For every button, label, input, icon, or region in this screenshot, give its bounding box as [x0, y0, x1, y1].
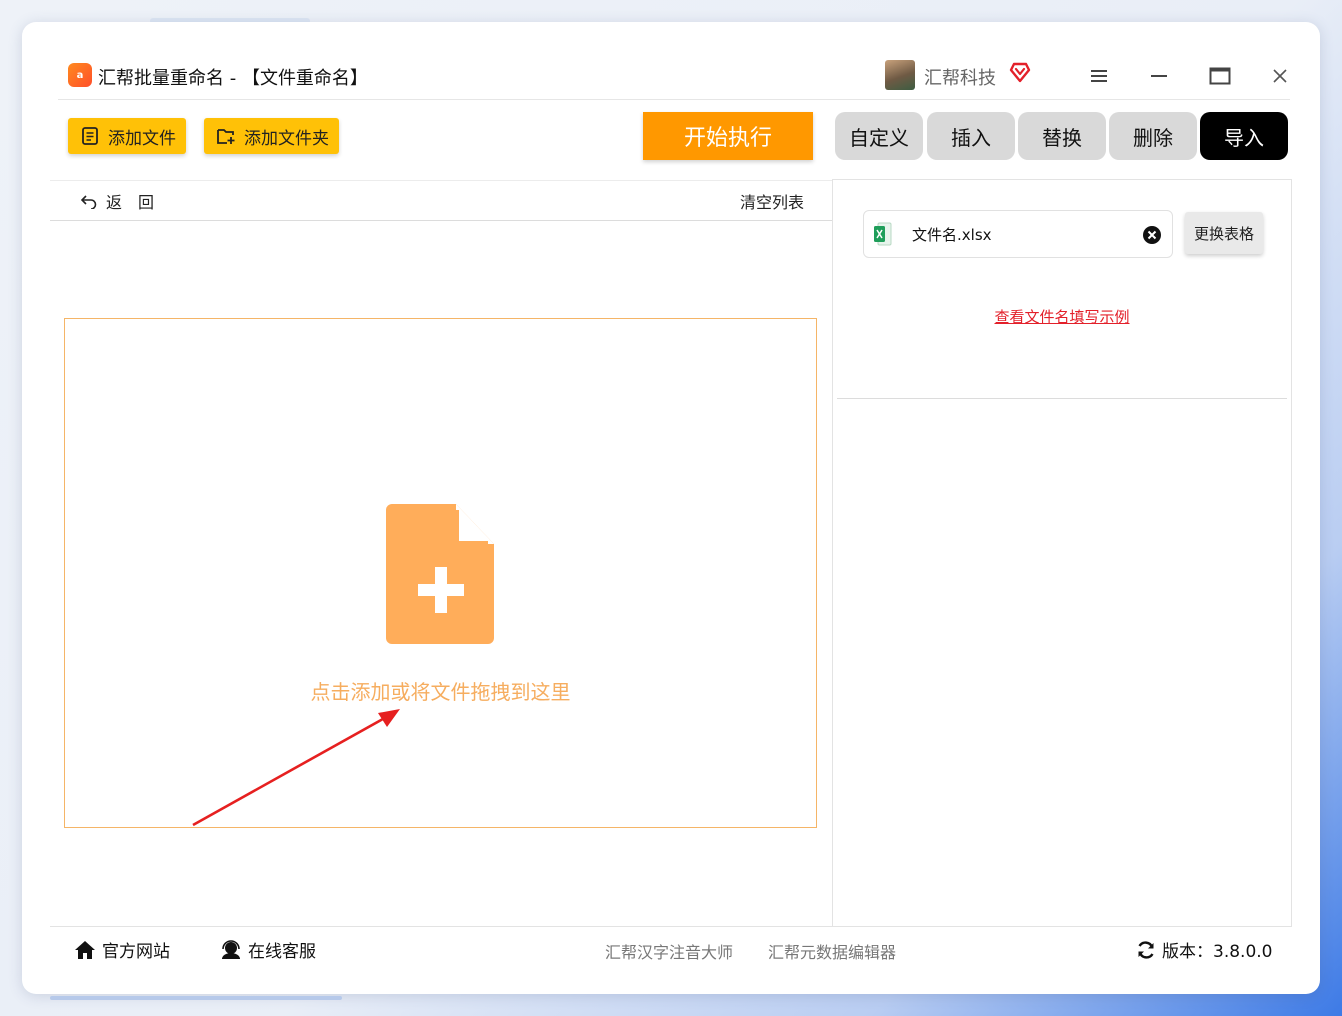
back-arrow-icon — [80, 195, 97, 209]
drop-zone-hint: 点击添加或将文件拖拽到这里 — [310, 680, 571, 704]
official-website-label: 官方网站 — [102, 942, 170, 962]
app-logo-text: a — [76, 69, 84, 81]
support-icon — [222, 939, 240, 959]
tab-import[interactable]: 导入 — [1200, 112, 1288, 160]
excel-icon — [874, 222, 892, 246]
add-folder-label: 添加文件夹 — [244, 128, 329, 149]
user-name[interactable]: 汇帮科技 — [924, 64, 996, 90]
official-website-link[interactable]: 官方网站 — [74, 937, 170, 962]
close-icon — [1273, 69, 1287, 83]
panel-divider — [837, 398, 1287, 399]
view-example-link[interactable]: 查看文件名填写示例 — [833, 306, 1291, 327]
avatar[interactable] — [885, 60, 915, 90]
app-window: a 汇帮批量重命名 - 【文件重命名】 汇帮科技 添加文件 添加文件夹 开始执行… — [22, 22, 1320, 994]
menu-icon — [1091, 70, 1107, 82]
clear-list-button[interactable]: 清空列表 — [740, 189, 804, 213]
back-label: 返 回 — [106, 193, 155, 212]
add-file-large-icon — [386, 504, 494, 644]
online-support-label: 在线客服 — [248, 942, 316, 962]
replace-table-button[interactable]: 更换表格 — [1185, 212, 1263, 254]
tab-custom[interactable]: 自定义 — [835, 112, 923, 160]
online-support-link[interactable]: 在线客服 — [220, 937, 316, 962]
refresh-icon — [1138, 940, 1154, 959]
pointer-arrow — [192, 709, 400, 827]
close-button[interactable] — [1265, 62, 1295, 90]
app-logo-icon: a — [68, 63, 92, 87]
add-file-icon — [82, 127, 98, 145]
add-folder-button[interactable]: 添加文件夹 — [204, 118, 339, 154]
add-folder-icon — [217, 129, 235, 144]
add-file-button[interactable]: 添加文件 — [68, 118, 186, 154]
version-info[interactable]: 版本：3.8.0.0 — [1136, 937, 1272, 962]
imported-file-name: 文件名.xlsx — [912, 226, 992, 244]
add-file-label: 添加文件 — [108, 128, 176, 149]
vip-heart-icon[interactable] — [1008, 60, 1032, 84]
remove-circle-icon[interactable] — [1142, 225, 1162, 245]
tab-delete[interactable]: 删除 — [1109, 112, 1197, 160]
metadata-app-link[interactable]: 汇帮元数据编辑器 — [768, 939, 896, 963]
menu-button[interactable] — [1084, 62, 1114, 90]
imported-file-field[interactable]: 文件名.xlsx — [863, 210, 1173, 258]
start-button[interactable]: 开始执行 — [643, 112, 813, 160]
version-label: 版本：3.8.0.0 — [1162, 942, 1273, 962]
pinyin-app-link[interactable]: 汇帮汉字注音大师 — [605, 939, 733, 963]
minimize-button[interactable] — [1144, 62, 1174, 90]
list-header: 返 回 清空列表 — [50, 181, 832, 221]
home-icon — [75, 940, 95, 959]
title-bar: a 汇帮批量重命名 - 【文件重命名】 汇帮科技 — [58, 52, 1290, 100]
footer-bar: 官方网站 在线客服 汇帮汉字注音大师 汇帮元数据编辑器 版本：3.8.0.0 — [50, 926, 1292, 970]
file-drop-zone[interactable] — [64, 318, 817, 828]
maximize-button[interactable] — [1205, 62, 1235, 90]
tab-replace[interactable]: 替换 — [1018, 112, 1106, 160]
app-title: 汇帮批量重命名 - 【文件重命名】 — [98, 68, 368, 89]
tab-insert[interactable]: 插入 — [927, 112, 1015, 160]
horizontal-scrollbar[interactable] — [50, 996, 342, 1000]
maximize-icon — [1209, 67, 1231, 85]
minimize-icon — [1151, 75, 1167, 77]
import-panel: 文件名.xlsx 更换表格 查看文件名填写示例 — [832, 179, 1292, 927]
back-button[interactable]: 返 回 — [80, 189, 154, 213]
